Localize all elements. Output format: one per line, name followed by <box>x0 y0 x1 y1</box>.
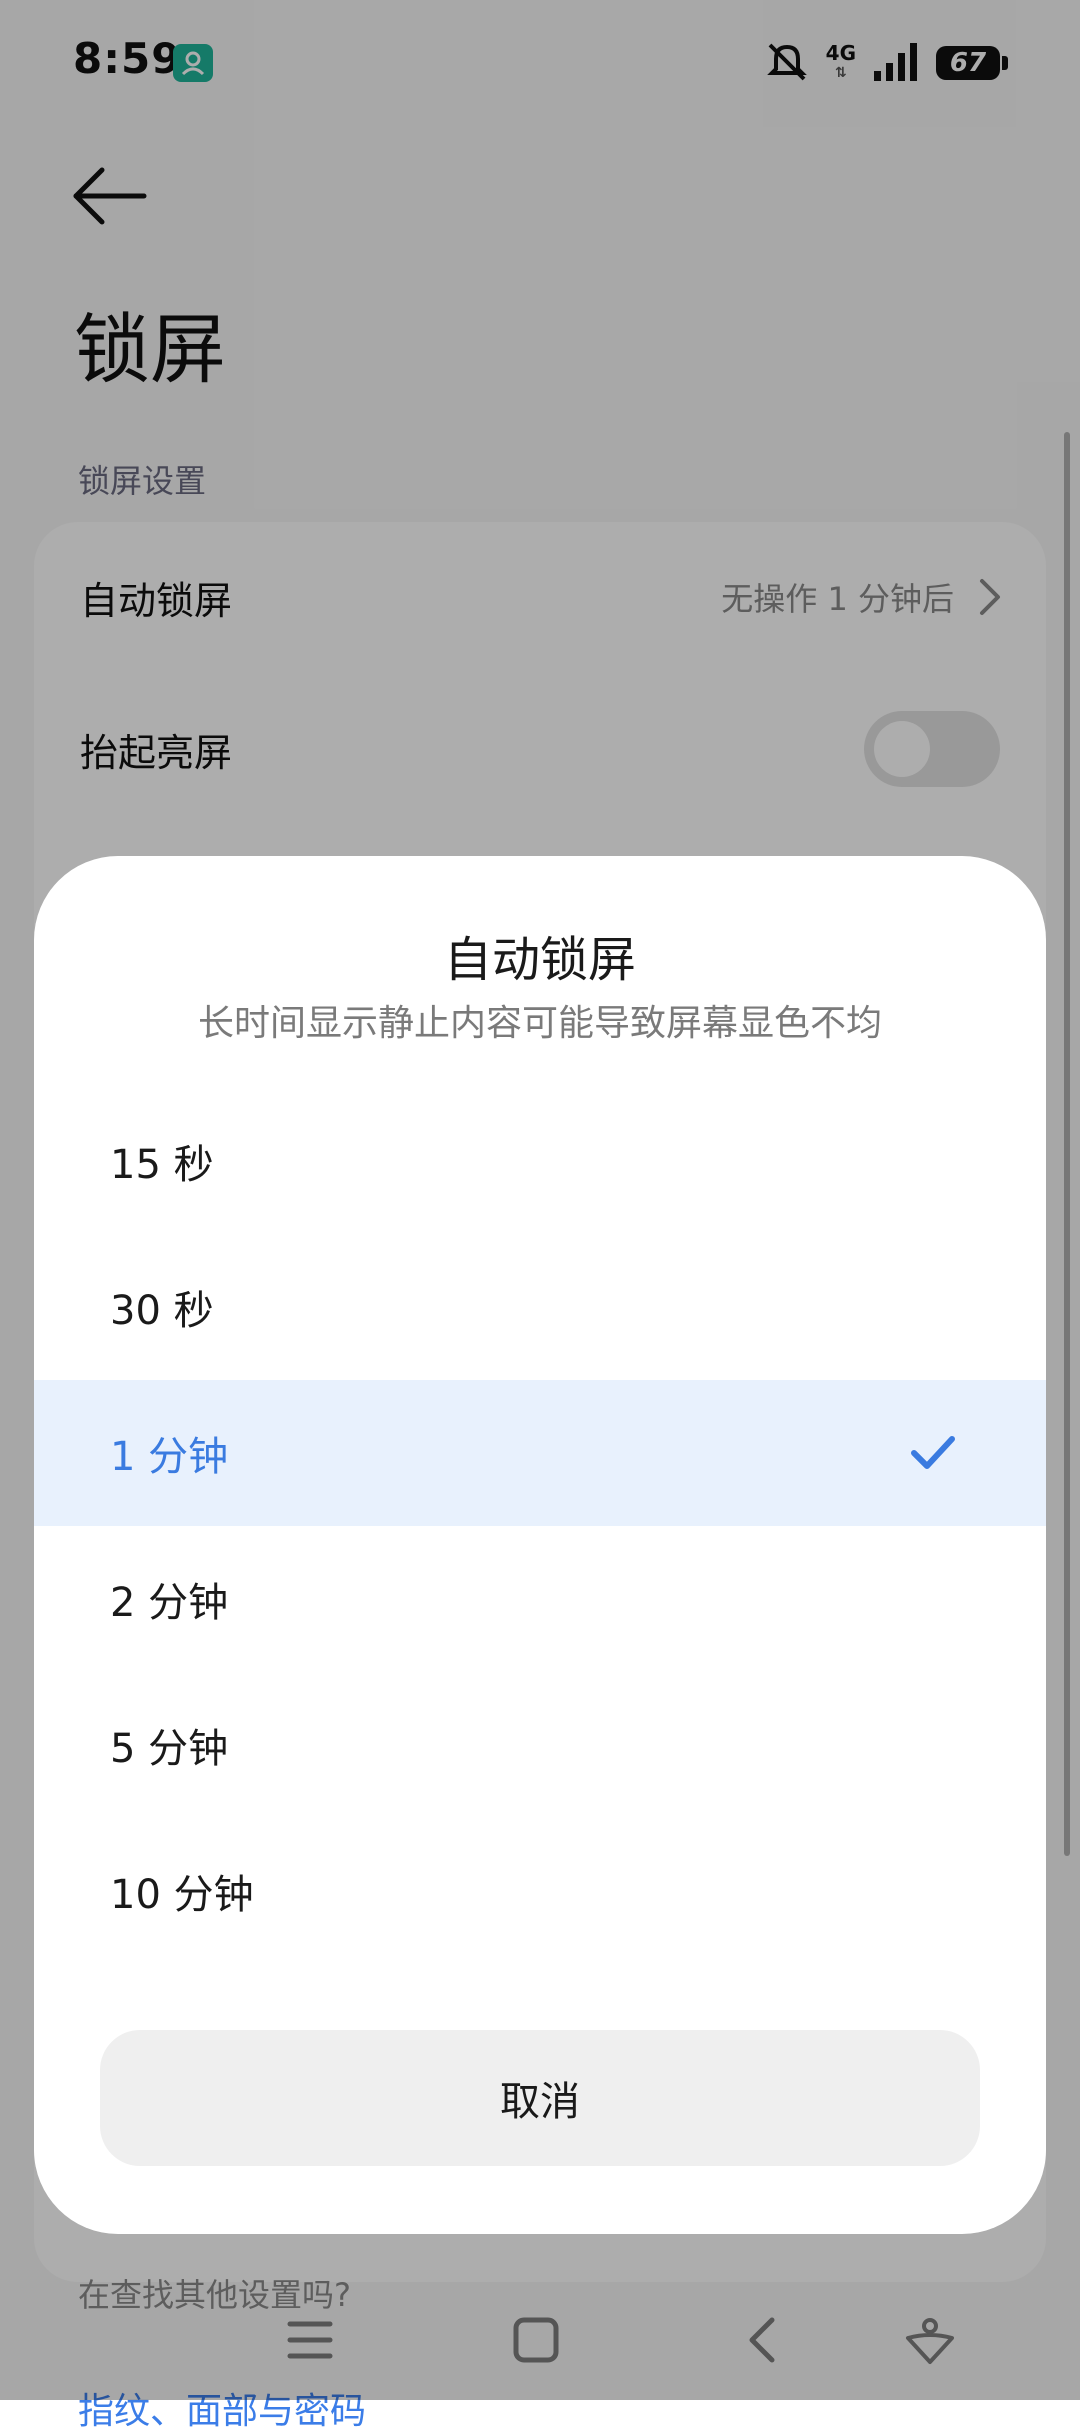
option-label: 1 分钟 <box>110 1434 229 1480</box>
option-5-minutes[interactable]: 5 分钟 <box>34 1672 1046 1818</box>
option-label: 10 分钟 <box>110 1872 254 1918</box>
option-label: 2 分钟 <box>110 1580 229 1626</box>
navigation-bar <box>0 2282 1080 2392</box>
option-label: 5 分钟 <box>110 1726 229 1772</box>
option-1-minute[interactable]: 1 分钟 <box>34 1380 1046 1526</box>
option-2-minutes[interactable]: 2 分钟 <box>34 1526 1046 1672</box>
assistant-icon[interactable] <box>900 2310 960 2370</box>
timeout-option-list: 15 秒 30 秒 1 分钟 2 分钟 5 分钟 10 分钟 <box>34 1088 1046 1964</box>
home-icon[interactable] <box>506 2310 566 2370</box>
option-10-minutes[interactable]: 10 分钟 <box>34 1818 1046 1964</box>
option-30-seconds[interactable]: 30 秒 <box>34 1234 1046 1380</box>
menu-icon[interactable] <box>280 2310 340 2370</box>
check-icon <box>910 1433 956 1473</box>
dialog-title: 自动锁屏 <box>443 932 636 988</box>
option-label: 30 秒 <box>110 1288 214 1334</box>
dialog-subtitle: 长时间显示静止内容可能导致屏幕显色不均 <box>197 1003 882 1044</box>
auto-lock-dialog: 自动锁屏 长时间显示静止内容可能导致屏幕显色不均 15 秒 30 秒 1 分钟 … <box>34 856 1046 2234</box>
back-icon[interactable] <box>732 2310 792 2370</box>
option-label: 15 秒 <box>110 1142 214 1188</box>
option-15-seconds[interactable]: 15 秒 <box>34 1088 1046 1234</box>
cancel-button[interactable]: 取消 <box>100 2030 980 2166</box>
